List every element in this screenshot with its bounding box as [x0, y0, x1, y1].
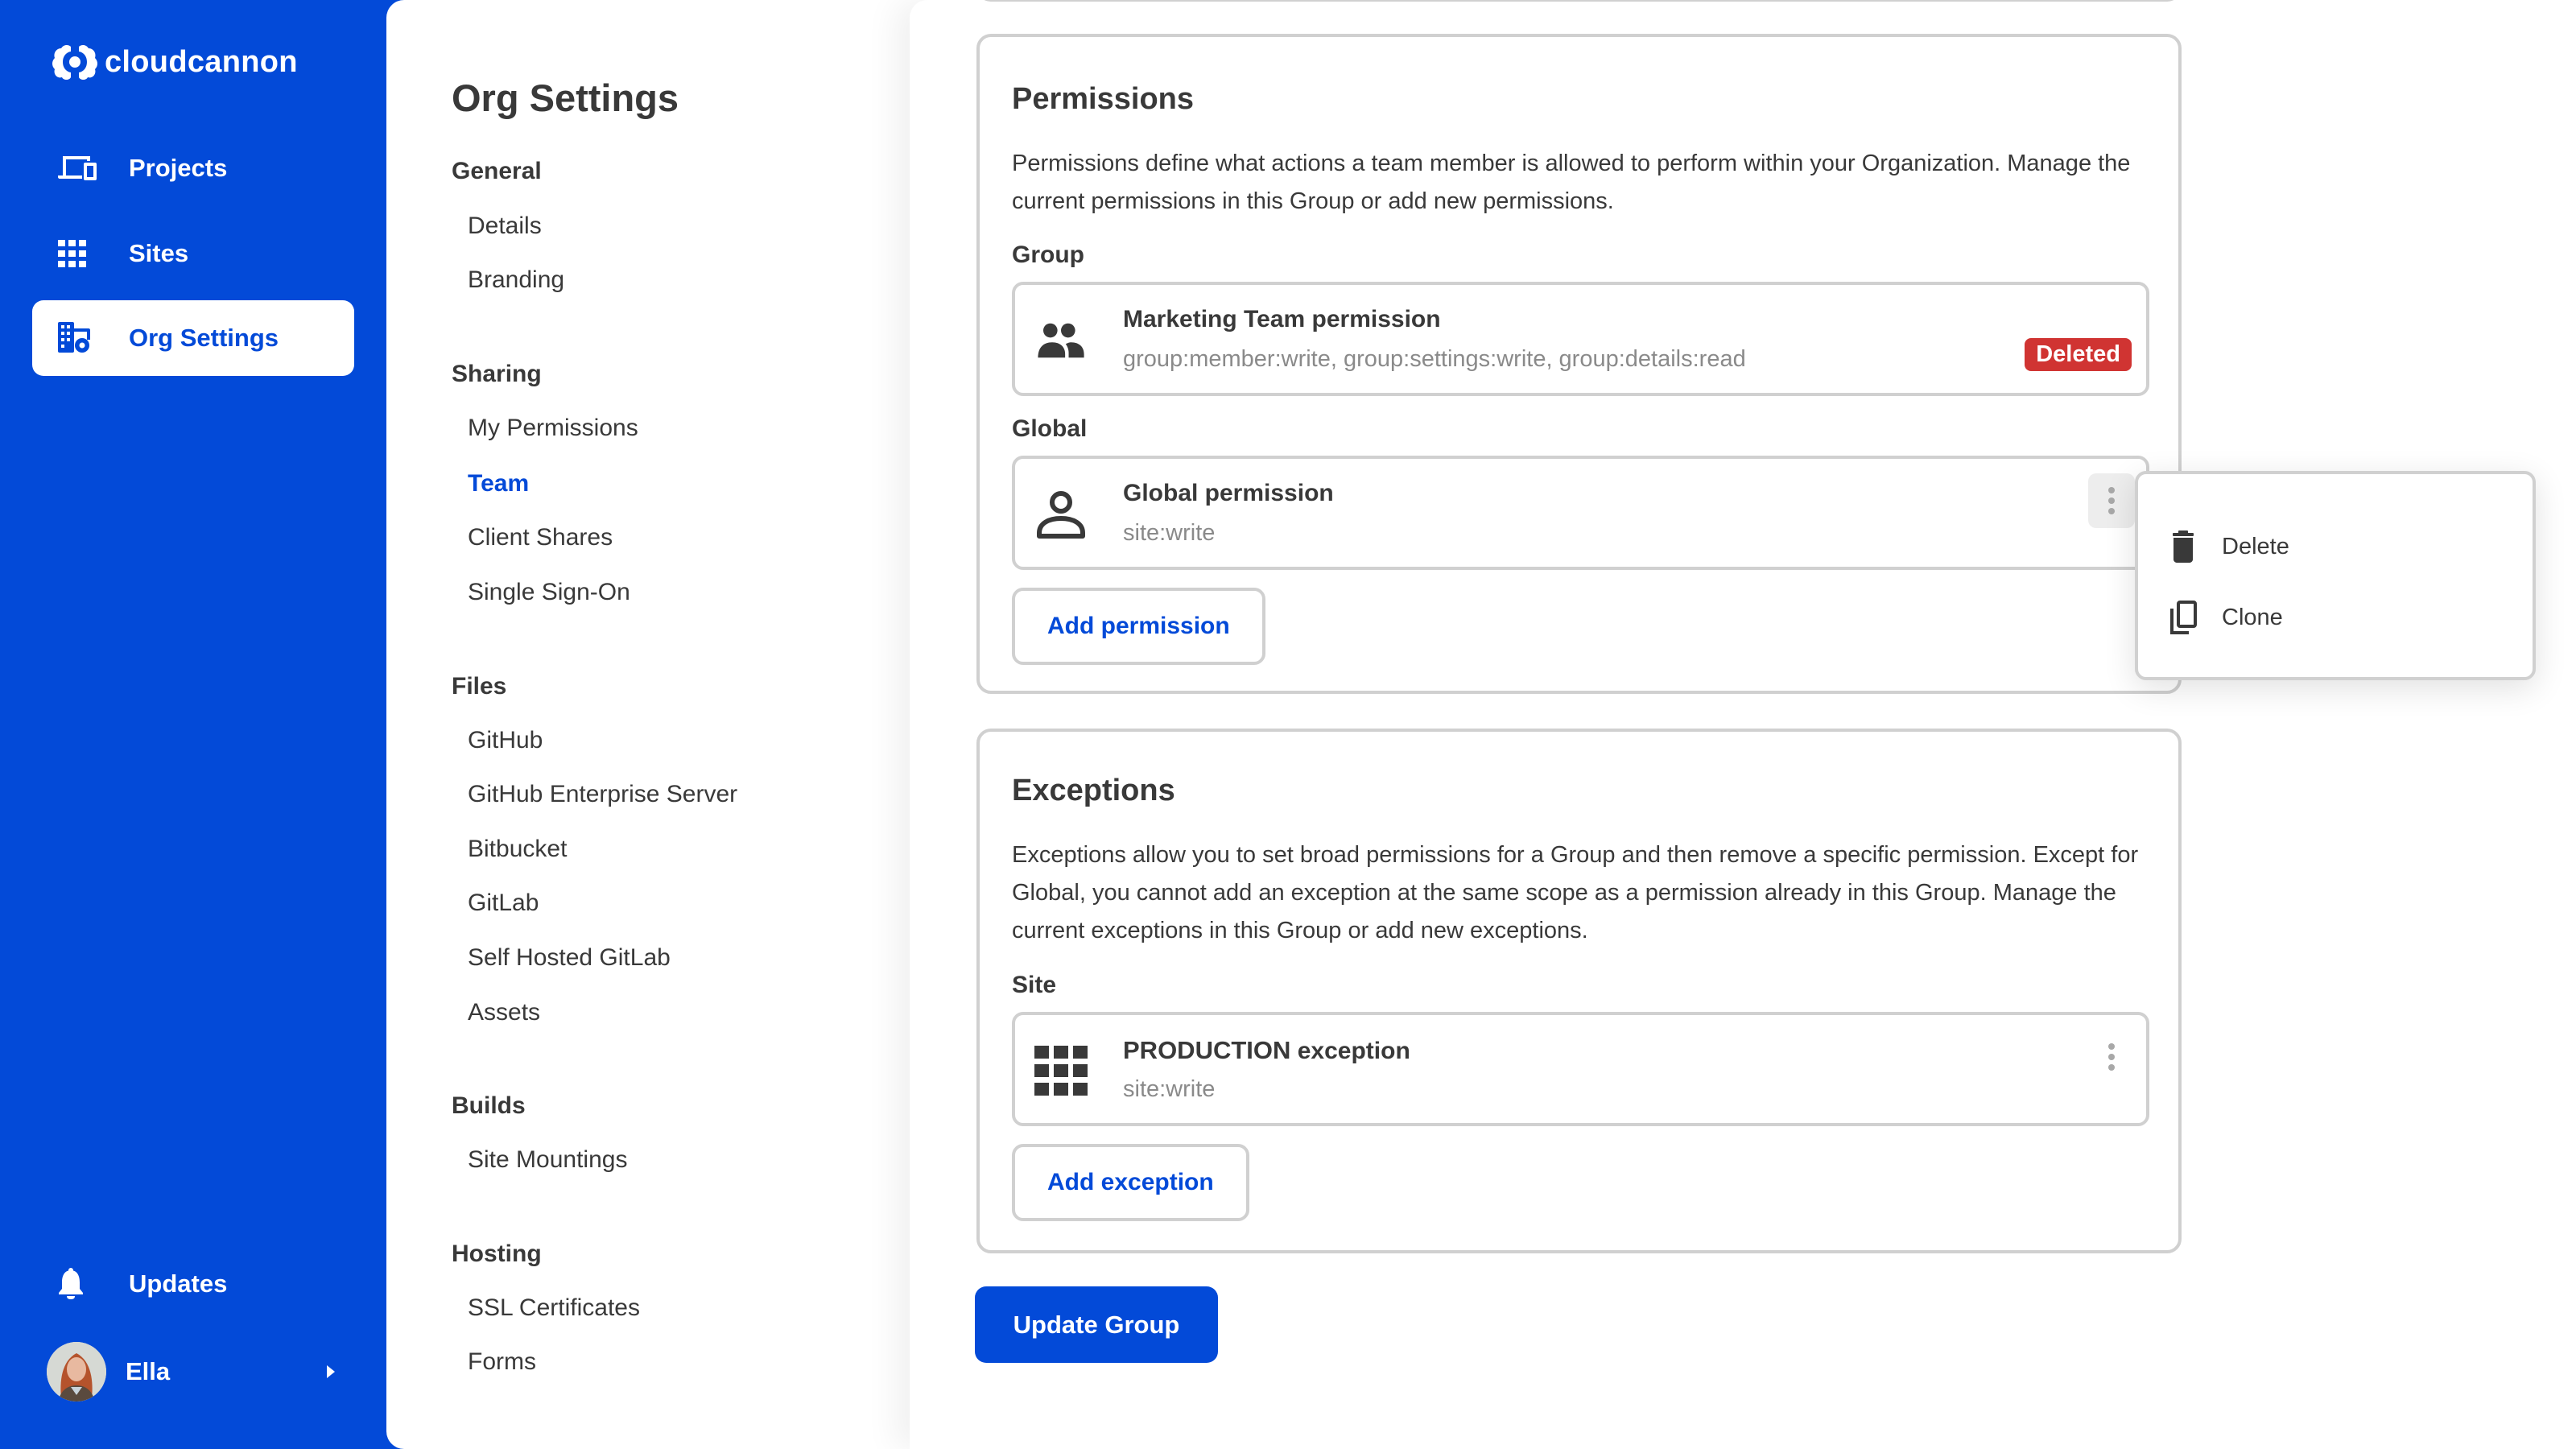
settings-item-self-hosted-gitlab[interactable]: Self Hosted GitLab: [468, 944, 671, 972]
main-sidebar: cloudcannon Projects Sites Org Settings …: [0, 0, 386, 1449]
group-scope-label: Group: [1012, 242, 1084, 268]
exceptions-description: Exceptions allow you to set broad permis…: [1012, 842, 2139, 943]
menu-item-label: Clone: [2222, 604, 2283, 630]
sidebar-item-updates[interactable]: Updates: [32, 1246, 354, 1322]
cloudcannon-logo[interactable]: cloudcannon: [52, 43, 298, 80]
exceptions-title: Exceptions: [1012, 774, 1175, 807]
settings-item-site-mountings[interactable]: Site Mountings: [468, 1146, 627, 1174]
site-exception-suffix: exception: [1290, 1038, 1410, 1064]
global-permission-more-button[interactable]: [2088, 473, 2135, 528]
group-people-icon: [1034, 314, 1088, 367]
menu-item-delete[interactable]: Delete: [2167, 522, 2505, 571]
permissions-card: Permissions Permissions define what acti…: [976, 34, 2182, 694]
settings-item-github-enterprise[interactable]: GitHub Enterprise Server: [468, 781, 737, 808]
settings-item-forms[interactable]: Forms: [468, 1348, 536, 1376]
main-content: Permissions Permissions define what acti…: [910, 0, 2576, 1449]
global-permission-title: Global permission: [1123, 480, 1334, 506]
settings-item-assets[interactable]: Assets: [468, 999, 540, 1026]
sidebar-item-label: Updates: [129, 1269, 228, 1298]
kebab-dot: [2108, 497, 2115, 504]
exceptions-card: Exceptions Exceptions allow you to set b…: [976, 729, 2182, 1253]
settings-group-files: Files: [452, 673, 507, 700]
settings-item-branding[interactable]: Branding: [468, 266, 564, 294]
permissions-title: Permissions: [1012, 82, 1194, 116]
kebab-dot: [2108, 1043, 2115, 1050]
user-menu[interactable]: Ella: [47, 1341, 345, 1402]
global-permission-scopes: site:write: [1123, 520, 1216, 546]
copy-icon: [2167, 599, 2199, 636]
site-exception-scopes: site:write: [1123, 1076, 1216, 1102]
settings-nav-panel: Org Settings General Details Branding Sh…: [386, 0, 950, 1449]
sidebar-item-label: Sites: [129, 239, 189, 267]
avatar: [47, 1342, 106, 1402]
permissions-description: Permissions define what actions a team m…: [1012, 151, 2131, 214]
bell-icon: [58, 1266, 103, 1302]
settings-group-general: General: [452, 158, 542, 184]
settings-item-details[interactable]: Details: [468, 213, 542, 240]
person-icon: [1034, 488, 1088, 541]
menu-item-label: Delete: [2222, 533, 2289, 559]
add-exception-button[interactable]: Add exception: [1012, 1144, 1249, 1221]
global-permission-item[interactable]: Global permission site:write: [1012, 456, 2149, 570]
kebab-dot: [2108, 487, 2115, 493]
org-settings-icon: [58, 320, 103, 356]
sidebar-item-sites[interactable]: Sites: [32, 216, 354, 291]
sidebar-item-label: Projects: [129, 154, 228, 182]
settings-group-hosting: Hosting: [452, 1241, 542, 1267]
grid-icon: [58, 236, 103, 271]
update-group-button[interactable]: Update Group: [975, 1286, 1218, 1363]
previous-card-edge: [976, 0, 2182, 2]
trash-icon: [2167, 528, 2199, 565]
settings-item-ssl-certificates[interactable]: SSL Certificates: [468, 1294, 640, 1322]
settings-group-builds: Builds: [452, 1092, 526, 1119]
status-badge-deleted: Deleted: [2025, 338, 2132, 371]
user-name: Ella: [126, 1357, 171, 1385]
settings-item-gitlab[interactable]: GitLab: [468, 890, 539, 917]
settings-item-single-sign-on[interactable]: Single Sign-On: [468, 579, 630, 606]
site-scope-label: Site: [1012, 972, 1057, 998]
settings-item-my-permissions[interactable]: My Permissions: [468, 415, 638, 442]
sidebar-item-projects[interactable]: Projects: [32, 130, 354, 206]
kebab-dot: [2108, 508, 2115, 514]
devices-icon: [58, 151, 103, 186]
kebab-dot: [2108, 1064, 2115, 1071]
group-permission-scopes: group:member:write, group:settings:write…: [1123, 346, 1746, 372]
sidebar-item-label: Org Settings: [129, 324, 279, 352]
caret-right-icon: [327, 1365, 335, 1378]
group-permission-title: Marketing Team permission: [1123, 306, 1441, 332]
add-permission-button[interactable]: Add permission: [1012, 588, 1265, 665]
global-scope-label: Global: [1012, 415, 1088, 442]
settings-title: Org Settings: [452, 76, 679, 119]
context-menu: Delete Clone: [2135, 471, 2536, 680]
settings-item-team[interactable]: Team: [468, 470, 529, 497]
site-exception-title: PRODUCTION exception: [1123, 1036, 1410, 1065]
menu-item-clone[interactable]: Clone: [2167, 593, 2505, 642]
cloudcannon-logo-icon: [52, 43, 98, 80]
settings-group-sharing: Sharing: [452, 361, 542, 387]
site-grid-icon: [1034, 1044, 1088, 1097]
group-permission-item[interactable]: Marketing Team permission group:member:w…: [1012, 282, 2149, 396]
brand-name: cloudcannon: [105, 44, 298, 79]
settings-item-bitbucket[interactable]: Bitbucket: [468, 836, 567, 863]
site-name: PRODUCTION: [1123, 1036, 1291, 1064]
settings-item-client-shares[interactable]: Client Shares: [468, 524, 613, 551]
kebab-dot: [2108, 1054, 2115, 1060]
site-exception-item[interactable]: PRODUCTION exception site:write: [1012, 1012, 2149, 1126]
sidebar-item-org-settings[interactable]: Org Settings: [32, 300, 354, 376]
site-exception-more-button[interactable]: [2088, 1030, 2135, 1084]
settings-item-github[interactable]: GitHub: [468, 727, 543, 754]
